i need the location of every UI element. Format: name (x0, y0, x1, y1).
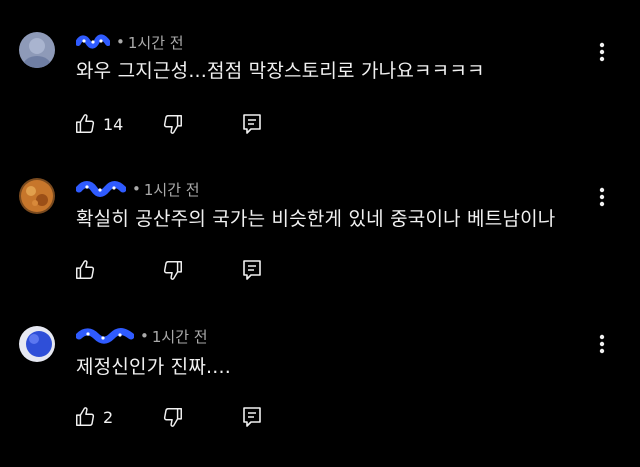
comment-item: • 1시간 전 와우 그지근성...점점 막장스토리로 가나요ㅋㅋㅋㅋ 14 (0, 0, 640, 150)
username-redaction (76, 328, 134, 344)
comment-item: • 1시간 전 제정신인가 진짜.... 2 (0, 310, 640, 467)
comment-time: 1시간 전 (151, 327, 208, 346)
comment-text: 와우 그지근성...점점 막장스토리로 가나요ㅋㅋㅋㅋ (76, 60, 485, 82)
dislike-button[interactable] (162, 112, 184, 136)
meta-separator: • (132, 180, 141, 198)
like-button[interactable]: 14 (74, 112, 123, 136)
avatar[interactable] (19, 178, 55, 214)
username-redaction (76, 181, 126, 197)
meta-separator: • (140, 327, 149, 345)
meta-separator: • (116, 33, 125, 51)
thumb-down-icon (163, 261, 182, 280)
more-vert-icon (599, 42, 605, 62)
reply-button[interactable] (242, 258, 262, 282)
more-vert-icon (599, 187, 605, 207)
more-options-button[interactable] (590, 332, 614, 356)
username-redaction (76, 34, 110, 50)
more-vert-icon (599, 334, 605, 354)
comment-time: 1시간 전 (127, 33, 184, 52)
like-count: 14 (103, 114, 124, 134)
comment-text: 제정신인가 진짜.... (76, 356, 231, 378)
reply-icon (243, 407, 261, 427)
reply-button[interactable] (242, 405, 262, 429)
thumb-up-icon (76, 260, 95, 279)
comment-item: • 1시간 전 확실히 공산주의 국가는 비슷한게 있네 중국이나 베트남이나 (0, 150, 640, 310)
more-options-button[interactable] (590, 40, 614, 64)
reply-icon (243, 260, 261, 280)
comment-actions (74, 258, 274, 282)
comment-meta: • 1시간 전 (76, 177, 200, 201)
like-button[interactable] (74, 258, 103, 282)
dislike-button[interactable] (162, 258, 184, 282)
comment-actions: 2 (74, 405, 274, 429)
thumb-up-icon (76, 407, 95, 426)
dislike-button[interactable] (162, 405, 184, 429)
comment-meta: • 1시간 전 (76, 324, 208, 348)
comment-time: 1시간 전 (143, 180, 200, 199)
thumb-down-icon (163, 115, 182, 134)
avatar[interactable] (19, 326, 55, 362)
thumb-up-icon (76, 114, 95, 133)
more-options-button[interactable] (590, 185, 614, 209)
like-count: 2 (103, 407, 114, 427)
reply-icon (243, 114, 261, 134)
reply-button[interactable] (242, 112, 262, 136)
comment-meta: • 1시간 전 (76, 30, 184, 54)
comment-actions: 14 (74, 112, 274, 136)
thumb-down-icon (163, 408, 182, 427)
avatar[interactable] (19, 32, 55, 68)
comment-text: 확실히 공산주의 국가는 비슷한게 있네 중국이나 베트남이나 (76, 208, 556, 230)
like-button[interactable]: 2 (74, 405, 113, 429)
